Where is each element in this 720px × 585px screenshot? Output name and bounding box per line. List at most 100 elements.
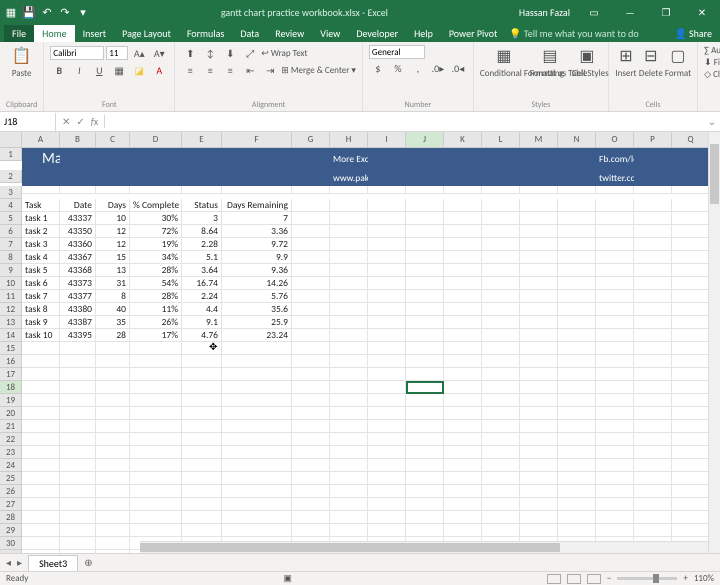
cell-G5[interactable] [292, 212, 330, 225]
cell-N11[interactable] [558, 290, 596, 303]
cell-N4[interactable] [558, 199, 596, 212]
cell-H3[interactable] [330, 186, 368, 194]
cell-D11[interactable]: 28% [130, 290, 182, 303]
cell-M28[interactable] [520, 511, 558, 524]
cell-K20[interactable] [444, 407, 482, 420]
cell-D10[interactable]: 54% [130, 277, 182, 290]
cell-J29[interactable] [406, 524, 444, 537]
indent-decrease-icon[interactable]: ⇤ [241, 62, 259, 78]
cell-A16[interactable] [22, 355, 60, 368]
cell-B17[interactable] [60, 368, 96, 381]
cell-K6[interactable] [444, 225, 482, 238]
cell-Q6[interactable] [672, 225, 710, 238]
cell-D21[interactable] [130, 420, 182, 433]
enter-formula-icon[interactable]: ✓ [76, 115, 84, 128]
cell-N27[interactable] [558, 498, 596, 511]
cell-G6[interactable] [292, 225, 330, 238]
cell-O5[interactable] [596, 212, 634, 225]
number-format-select[interactable] [369, 45, 425, 59]
row-header-15[interactable]: 15 [0, 342, 22, 355]
cell-D5[interactable]: 30% [130, 212, 182, 225]
cell-B11[interactable]: 43377 [60, 290, 96, 303]
cell-J13[interactable] [406, 316, 444, 329]
cell-D13[interactable]: 26% [130, 316, 182, 329]
cell-L22[interactable] [482, 433, 520, 446]
sheet-prev-icon[interactable]: ◂ [6, 556, 11, 569]
cell-J14[interactable] [406, 329, 444, 342]
cell-L26[interactable] [482, 485, 520, 498]
cell-D16[interactable] [130, 355, 182, 368]
col-header-C[interactable]: C [96, 132, 130, 148]
cell-O13[interactable] [596, 316, 634, 329]
cell-K18[interactable] [444, 381, 482, 394]
tab-power-pivot[interactable]: Power Pivot [441, 25, 506, 42]
italic-icon[interactable]: I [70, 62, 88, 78]
cell-Q20[interactable] [672, 407, 710, 420]
cell-I24[interactable] [368, 459, 406, 472]
cell-N12[interactable] [558, 303, 596, 316]
cell-M29[interactable] [520, 524, 558, 537]
indent-increase-icon[interactable]: ⇥ [261, 62, 279, 78]
cell-J21[interactable] [406, 420, 444, 433]
cell-I14[interactable] [368, 329, 406, 342]
cell-C23[interactable] [96, 446, 130, 459]
signed-in-user[interactable]: Hassan Fazal [519, 6, 576, 19]
cell-I23[interactable] [368, 446, 406, 459]
row-header-12[interactable]: 12 [0, 303, 22, 316]
tell-me-search[interactable]: 💡Tell me what you want to do [509, 27, 638, 40]
cell-D3[interactable] [130, 186, 182, 194]
cell-O7[interactable] [596, 238, 634, 251]
decrease-font-icon[interactable]: A▾ [150, 45, 168, 61]
cell-E28[interactable] [182, 511, 222, 524]
cell-E26[interactable] [182, 485, 222, 498]
cell-G11[interactable] [292, 290, 330, 303]
cell-Q9[interactable] [672, 264, 710, 277]
cell-O20[interactable] [596, 407, 634, 420]
cell-C7[interactable]: 12 [96, 238, 130, 251]
cell-H27[interactable] [330, 498, 368, 511]
cell-M18[interactable] [520, 381, 558, 394]
header-status[interactable]: Status [182, 199, 222, 212]
cell-C6[interactable]: 12 [96, 225, 130, 238]
cell-B25[interactable] [60, 472, 96, 485]
cell-A22[interactable] [22, 433, 60, 446]
cell-Q7[interactable] [672, 238, 710, 251]
cell-C24[interactable] [96, 459, 130, 472]
border-icon[interactable]: ▦ [110, 62, 128, 78]
cell-F27[interactable] [222, 498, 292, 511]
cell-P27[interactable] [634, 498, 672, 511]
cell-L16[interactable] [482, 355, 520, 368]
col-header-G[interactable]: G [292, 132, 330, 148]
cell-C19[interactable] [96, 394, 130, 407]
cell-K16[interactable] [444, 355, 482, 368]
cell-G3[interactable] [292, 186, 330, 194]
cell-A17[interactable] [22, 368, 60, 381]
col-header-Q[interactable]: Q [672, 132, 710, 148]
tab-file[interactable]: File [4, 25, 34, 42]
comma-icon[interactable]: , [409, 60, 427, 76]
cell-I29[interactable] [368, 524, 406, 537]
name-box[interactable] [0, 113, 56, 131]
cell-H6[interactable] [330, 225, 368, 238]
share-button[interactable]: 👤Share [675, 27, 720, 40]
cell-O19[interactable] [596, 394, 634, 407]
banner-tw[interactable]: twitter.com/exceltoexcel [596, 170, 634, 186]
cell-Q17[interactable] [672, 368, 710, 381]
cell-G28[interactable] [292, 511, 330, 524]
cell-I3[interactable] [368, 186, 406, 194]
cell-L14[interactable] [482, 329, 520, 342]
cell-Q4[interactable] [672, 199, 710, 212]
save-icon[interactable]: 💾 [22, 5, 36, 19]
cell-G10[interactable] [292, 277, 330, 290]
cell-A11[interactable]: task 7 [22, 290, 60, 303]
cell-C27[interactable] [96, 498, 130, 511]
cell-E10[interactable]: 16.74 [182, 277, 222, 290]
percent-icon[interactable]: % [389, 60, 407, 76]
cell-I21[interactable] [368, 420, 406, 433]
cell-I15[interactable] [368, 342, 406, 355]
tab-data[interactable]: Data [232, 25, 267, 42]
cell-F23[interactable] [222, 446, 292, 459]
format-cells-button[interactable]: ▢Format [665, 45, 691, 79]
cell-A7[interactable]: task 3 [22, 238, 60, 251]
cell-I10[interactable] [368, 277, 406, 290]
